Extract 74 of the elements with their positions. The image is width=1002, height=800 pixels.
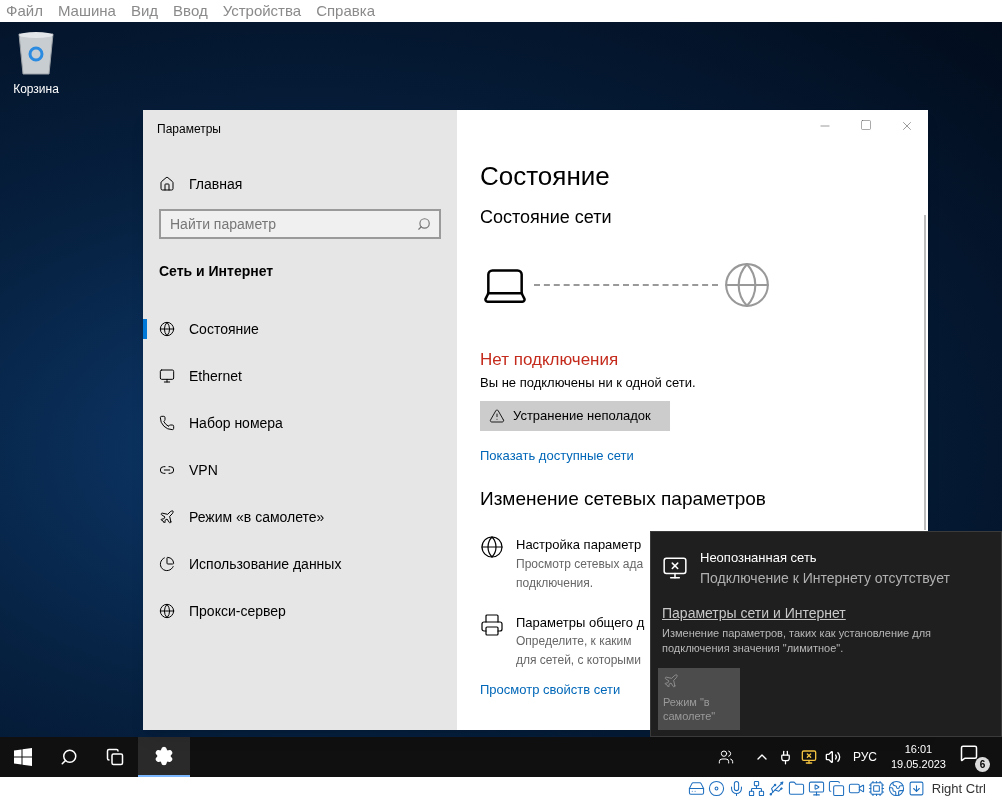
notifications-button[interactable]: 6 bbox=[960, 742, 990, 772]
connection-status: Нет подключения bbox=[480, 349, 620, 371]
globe-icon bbox=[159, 603, 175, 619]
printer-icon bbox=[480, 612, 504, 637]
menu-item[interactable]: Справка bbox=[316, 0, 375, 23]
clock-date[interactable]: 19.05.2023 bbox=[890, 757, 946, 772]
desktop-icon-label[interactable]: Корзина bbox=[13, 80, 59, 98]
monitor-icon bbox=[662, 555, 688, 582]
search-icon bbox=[417, 217, 431, 231]
download-icon[interactable] bbox=[907, 780, 925, 797]
option-description: Просмотр сетевых ада bbox=[516, 555, 644, 573]
folder-icon[interactable] bbox=[787, 780, 805, 797]
home-icon bbox=[159, 176, 175, 192]
volume-icon[interactable] bbox=[824, 749, 841, 765]
home-nav-item[interactable]: Главная bbox=[159, 174, 457, 194]
network-status: Подключение к Интернету отсутствует bbox=[700, 568, 950, 588]
pie-chart-icon bbox=[159, 556, 175, 572]
network-warning-icon[interactable] bbox=[800, 749, 817, 765]
window-title: Параметры bbox=[157, 121, 222, 138]
notification-icon bbox=[960, 744, 978, 762]
option-title[interactable]: Настройка параметр bbox=[516, 535, 644, 555]
globe-icon bbox=[159, 321, 175, 337]
airplane-icon bbox=[663, 672, 679, 689]
settings-description: Изменение параметров, таких как установление для подключения значения "лимитное". bbox=[662, 625, 933, 656]
trash-bin-icon[interactable] bbox=[16, 30, 56, 76]
option-title[interactable]: Параметры общего д bbox=[516, 612, 645, 632]
menu-item[interactable]: Файл bbox=[6, 0, 43, 23]
status-description: Вы не подключены ни к одной сети. bbox=[480, 374, 697, 392]
section-title: Состояние сети bbox=[480, 206, 613, 229]
sidebar-item[interactable]: Режим «в самолете» bbox=[143, 507, 457, 527]
search-icon bbox=[60, 748, 78, 766]
usb-icon[interactable] bbox=[767, 780, 785, 797]
disc-icon[interactable] bbox=[707, 780, 725, 797]
sidebar-item[interactable]: VPN bbox=[143, 460, 457, 480]
windows-logo-icon bbox=[14, 748, 32, 766]
network-name: Неопознанная сеть bbox=[700, 549, 818, 567]
sidebar-item[interactable]: Ethernet bbox=[143, 366, 457, 386]
globe-icon[interactable] bbox=[887, 780, 905, 797]
menu-item[interactable]: Устройства bbox=[222, 0, 302, 23]
menu-item[interactable]: Вид bbox=[130, 0, 159, 23]
page-title: Состояние bbox=[480, 160, 611, 192]
network-properties-link[interactable]: Просмотр свойств сети bbox=[480, 680, 621, 700]
section-heading: Изменение сетевых параметров bbox=[480, 487, 766, 511]
sidebar-item[interactable]: Использование данных bbox=[143, 554, 457, 574]
option-description: для сетей, с которыми bbox=[516, 652, 642, 669]
airplane-icon bbox=[159, 509, 175, 525]
hard-drive-icon[interactable] bbox=[687, 780, 705, 797]
troubleshoot-button[interactable]: Устранение неполадок bbox=[480, 400, 670, 431]
settings-taskbar-button[interactable] bbox=[138, 737, 190, 777]
search-field[interactable]: Найти параметр bbox=[159, 209, 441, 239]
globe-icon bbox=[480, 535, 504, 559]
show-networks-link[interactable]: Показать доступные сети bbox=[480, 445, 634, 465]
option-description: подключения. bbox=[516, 574, 595, 592]
network-icon[interactable] bbox=[747, 780, 765, 797]
option-description: Определите, к каким bbox=[516, 633, 633, 650]
notification-count-badge: 6 bbox=[975, 757, 990, 772]
network-settings-link[interactable]: Параметры сети и Интернет bbox=[662, 602, 846, 624]
menu-item[interactable]: Машина bbox=[57, 0, 116, 23]
host-key-label: Right Ctrl bbox=[931, 779, 986, 798]
people-icon[interactable] bbox=[717, 749, 734, 765]
clock-time[interactable]: 16:01 bbox=[904, 742, 933, 757]
monitor-icon bbox=[159, 368, 175, 384]
task-view-icon bbox=[106, 748, 124, 766]
sidebar-item[interactable]: Прокси-сервер bbox=[143, 601, 457, 621]
language-indicator[interactable]: РУС bbox=[852, 748, 877, 766]
menu-item[interactable]: Ввод bbox=[173, 0, 208, 23]
sidebar-item[interactable]: Набор номера bbox=[143, 413, 457, 433]
chip-icon[interactable] bbox=[867, 780, 885, 797]
settings-icon bbox=[154, 746, 174, 766]
section-heading: Сеть и Интернет bbox=[159, 262, 275, 281]
phone-icon bbox=[159, 415, 175, 431]
close-icon[interactable] bbox=[900, 119, 914, 133]
display-icon[interactable] bbox=[807, 780, 825, 797]
warning-icon bbox=[489, 407, 505, 424]
